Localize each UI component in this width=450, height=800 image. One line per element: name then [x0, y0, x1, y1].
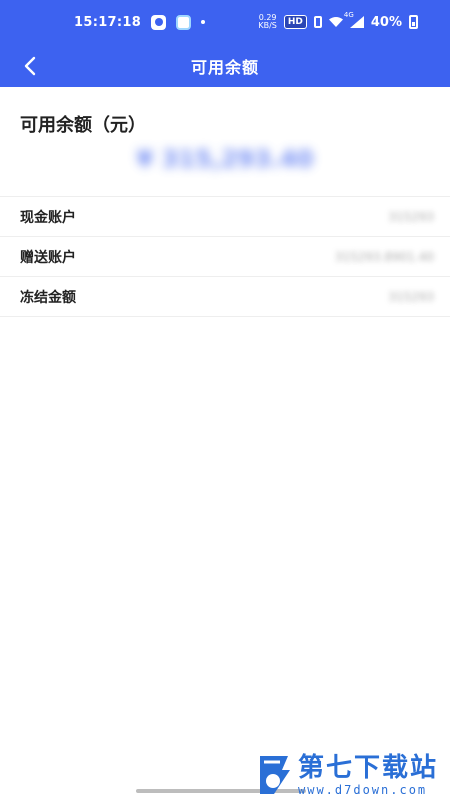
back-button[interactable]: [16, 52, 44, 80]
account-row-cash[interactable]: 现金账户 315293: [0, 197, 450, 237]
status-right: 0.29 KB/S HD 4G 40%: [258, 11, 418, 30]
more-notifications-icon: [201, 20, 206, 24]
battery-icon: [409, 15, 418, 29]
net-speed-unit: KB/S: [258, 21, 277, 30]
nav-bar: 可用余额: [0, 44, 450, 87]
battery-percent: 40%: [370, 14, 402, 30]
account-label: 冻结金额: [20, 289, 76, 306]
account-label: 现金账户: [20, 209, 76, 226]
account-value: 315293: [388, 209, 434, 224]
balance-label: 可用余额（元）: [20, 115, 146, 136]
watermark-url: www.d7down.com: [298, 783, 428, 797]
account-value: 315293.8901.40: [334, 249, 434, 264]
app-header: 15:17:18 0.29 KB/S HD 4G 40% 可用余额: [0, 0, 450, 87]
page-title: 可用余额: [190, 57, 259, 77]
hd-badge: HD: [283, 15, 307, 29]
watermark-logo-icon: [260, 756, 290, 794]
notification-cloud-icon: [176, 14, 192, 30]
status-time: 15:17:18: [74, 14, 142, 30]
watermark-text: 第七下载站 www.d7down.com: [298, 753, 438, 797]
account-label: 赠送账户: [20, 249, 76, 266]
net-speed: 0.29 KB/S: [258, 14, 277, 30]
vibrate-icon: [313, 16, 322, 28]
watermark: 第七下载站 www.d7down.com: [256, 750, 450, 800]
status-left: 15:17:18: [74, 14, 206, 30]
status-bar: 15:17:18 0.29 KB/S HD 4G 40%: [0, 0, 450, 44]
account-value: 315293: [388, 289, 434, 304]
chevron-left-icon: [24, 56, 36, 76]
balance-section: 可用余额（元） ¥ 315,293.40: [0, 87, 450, 197]
network-type: 4G: [343, 11, 354, 19]
account-row-gift[interactable]: 赠送账户 315293.8901.40: [0, 237, 450, 277]
wifi-icon: [328, 17, 343, 27]
balance-amount: ¥ 315,293.40: [136, 145, 314, 173]
signal-group: 4G: [344, 11, 364, 28]
watermark-title: 第七下载站: [298, 753, 439, 783]
notification-app-icon: [151, 14, 167, 30]
account-row-frozen[interactable]: 冻结金额 315293: [0, 277, 450, 317]
